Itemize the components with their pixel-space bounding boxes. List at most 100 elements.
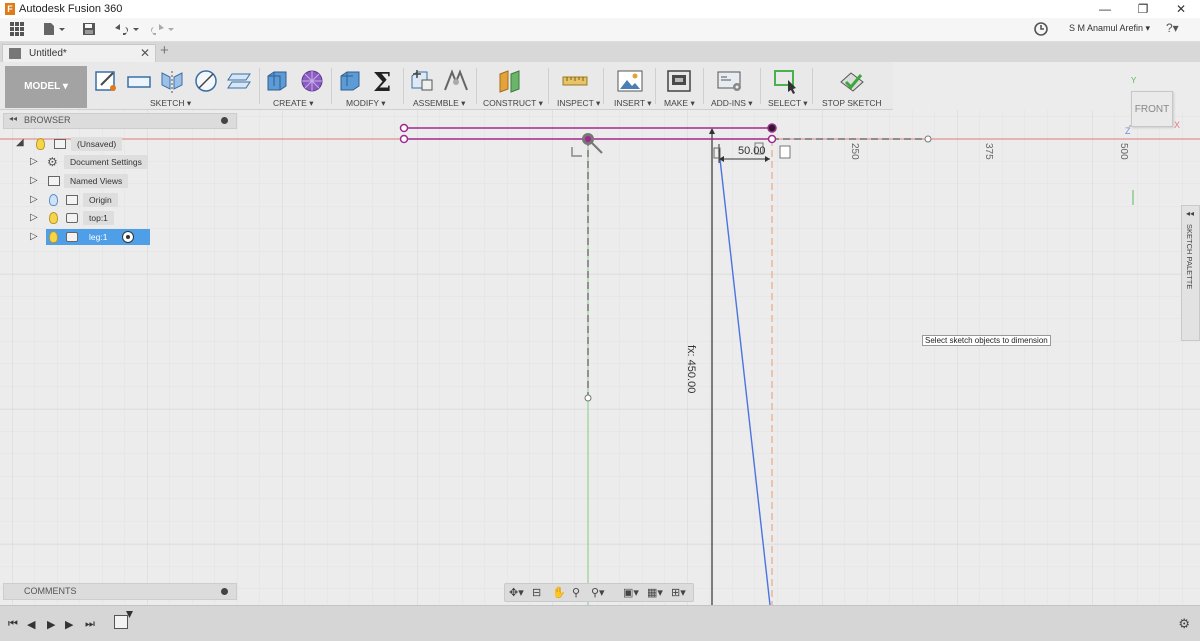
viewports-icon[interactable]: ⊞▾ <box>671 586 686 599</box>
assemble-menu[interactable]: ASSEMBLE ▾ <box>413 98 465 109</box>
press-pull-icon[interactable] <box>336 68 364 94</box>
expand-triangle-icon[interactable]: ▷ <box>30 231 38 242</box>
display-settings-icon[interactable]: ▣▾ <box>623 586 639 599</box>
measure-icon[interactable] <box>561 68 589 94</box>
sketch-palette-tab[interactable]: ◂◂ SKETCH PALETTE <box>1181 205 1200 341</box>
select-menu[interactable]: SELECT ▾ <box>768 98 808 109</box>
new-component-icon[interactable] <box>408 68 436 94</box>
new-tab-button[interactable]: + <box>160 42 169 59</box>
tree-item-top[interactable]: ▷ top:1 <box>30 211 160 226</box>
construction-point[interactable] <box>584 394 592 402</box>
comments-panel-header[interactable]: COMMENTS <box>3 583 237 600</box>
job-status-clock-icon[interactable] <box>1034 22 1048 38</box>
inspect-menu[interactable]: INSPECT ▾ <box>557 98 600 109</box>
horizontal-dimension-value[interactable]: 50.00 <box>738 145 766 157</box>
look-at-icon[interactable]: ⊟ <box>532 586 541 599</box>
maximize-button[interactable]: ❐ <box>1124 0 1162 18</box>
document-tab-bar: Untitled* ✕ + <box>0 42 1200 62</box>
profile-point[interactable] <box>399 134 409 144</box>
step-forward-icon[interactable]: ▶ <box>65 618 73 631</box>
minimize-button[interactable]: — <box>1086 0 1124 18</box>
collapse-triangle-icon[interactable]: ◢ <box>16 137 24 148</box>
visibility-bulb-icon[interactable] <box>36 138 45 150</box>
visibility-bulb-icon[interactable] <box>49 231 58 243</box>
activate-radio-icon[interactable] <box>122 231 134 243</box>
profile-point[interactable] <box>767 123 777 133</box>
canvas-viewport[interactable]: 50.00 fx: 450.00 250 375 500 <box>0 110 1200 605</box>
window-controls: — ❐ ✕ <box>1086 0 1200 18</box>
file-menu-icon[interactable] <box>43 22 65 38</box>
add-comment-icon[interactable] <box>221 588 228 595</box>
construct-menu[interactable]: CONSTRUCT ▾ <box>483 98 543 109</box>
undo-icon[interactable] <box>113 22 141 38</box>
addins-menu[interactable]: ADD-INS ▾ <box>711 98 753 109</box>
document-tab[interactable]: Untitled* ✕ <box>2 44 156 62</box>
tree-item-origin[interactable]: ▷ Origin <box>30 193 160 208</box>
data-panel-grid-icon[interactable] <box>10 22 24 38</box>
view-cube[interactable]: FRONT <box>1131 91 1173 127</box>
stop-sketch-button[interactable]: STOP SKETCH <box>822 98 882 108</box>
redo-icon[interactable] <box>148 22 176 38</box>
expand-triangle-icon[interactable]: ▷ <box>30 156 38 167</box>
expand-triangle-icon[interactable]: ▷ <box>30 212 38 223</box>
pin-icon[interactable] <box>221 117 228 124</box>
user-account-menu[interactable]: S M Anamul Arefin ▾ <box>1069 23 1150 34</box>
vertical-dimension-value[interactable]: fx: 450.00 <box>685 345 697 393</box>
pan-hand-icon[interactable]: ✋ <box>552 586 566 599</box>
create-sketch-icon[interactable] <box>93 68 121 94</box>
tree-item-root[interactable]: ◢ (Unsaved) <box>16 137 136 152</box>
make-menu[interactable]: MAKE ▾ <box>664 98 695 109</box>
tree-item-named-views[interactable]: ▷ Named Views <box>30 174 160 189</box>
sketch-canvas[interactable] <box>0 110 1200 605</box>
browser-panel-header[interactable]: ◂◂ BROWSER <box>3 113 237 129</box>
extrude-icon[interactable] <box>264 68 292 94</box>
help-menu[interactable]: ?▾ <box>1166 21 1188 37</box>
modify-menu[interactable]: MODIFY ▾ <box>346 98 386 109</box>
fit-zoom-icon[interactable]: ⚲▾ <box>591 586 605 599</box>
go-to-start-icon[interactable]: ⏮ <box>8 618 18 631</box>
circle-sketch-icon[interactable] <box>192 68 220 94</box>
timeline-settings-gear-icon[interactable]: ⚙ <box>1178 616 1190 632</box>
close-button[interactable]: ✕ <box>1162 0 1200 18</box>
pattern-icon[interactable] <box>298 68 326 94</box>
profile-point[interactable] <box>767 134 777 144</box>
project-sketch-icon[interactable] <box>226 68 254 94</box>
ruler-tick-label: 375 <box>983 143 994 160</box>
close-tab-icon[interactable]: ✕ <box>140 46 150 60</box>
scripts-addins-icon[interactable] <box>716 68 744 94</box>
collapse-chevron-icon[interactable]: ◂◂ <box>9 114 17 123</box>
mirror-sketch-icon[interactable] <box>158 68 186 94</box>
z-axis-label: Z <box>1125 126 1131 136</box>
document-icon <box>54 139 66 149</box>
visibility-bulb-icon[interactable] <box>49 194 58 206</box>
expand-triangle-icon[interactable]: ▷ <box>30 194 38 205</box>
offset-plane-icon[interactable] <box>496 68 524 94</box>
3d-print-icon[interactable] <box>665 68 693 94</box>
save-icon[interactable] <box>82 22 96 38</box>
joint-icon[interactable] <box>442 68 470 94</box>
document-tab-label: Untitled* <box>29 48 67 59</box>
sketch-feature-icon[interactable] <box>114 615 128 629</box>
tree-item-leg[interactable]: ▷ leg:1 <box>30 229 160 245</box>
visibility-bulb-icon[interactable] <box>49 212 58 224</box>
tree-item-document-settings[interactable]: ▷ ⚙ Document Settings <box>30 155 160 170</box>
insert-image-icon[interactable] <box>616 68 644 94</box>
create-menu[interactable]: CREATE ▾ <box>273 98 313 109</box>
go-to-end-icon[interactable]: ⏭ <box>85 618 95 631</box>
zoom-icon[interactable]: ⚲ <box>572 586 580 599</box>
play-icon[interactable]: ▶ <box>47 618 55 631</box>
grid-settings-icon[interactable]: ▦▾ <box>647 586 663 599</box>
select-icon[interactable] <box>772 68 800 94</box>
fusion-logo-icon: F <box>5 3 15 15</box>
rectangle-sketch-icon[interactable] <box>125 68 153 94</box>
expand-triangle-icon[interactable]: ▷ <box>30 175 38 186</box>
sum-parameters-icon[interactable]: Σ <box>370 68 398 94</box>
orbit-icon[interactable]: ✥▾ <box>509 586 524 599</box>
sketch-menu[interactable]: SKETCH ▾ <box>150 98 191 109</box>
insert-menu[interactable]: INSERT ▾ <box>614 98 652 109</box>
construction-point[interactable] <box>924 135 932 143</box>
stop-sketch-icon[interactable] <box>838 68 866 94</box>
profile-point[interactable] <box>399 123 409 133</box>
step-back-icon[interactable]: ◀ <box>27 618 35 631</box>
workspace-switcher[interactable]: MODEL ▾ <box>5 66 87 108</box>
